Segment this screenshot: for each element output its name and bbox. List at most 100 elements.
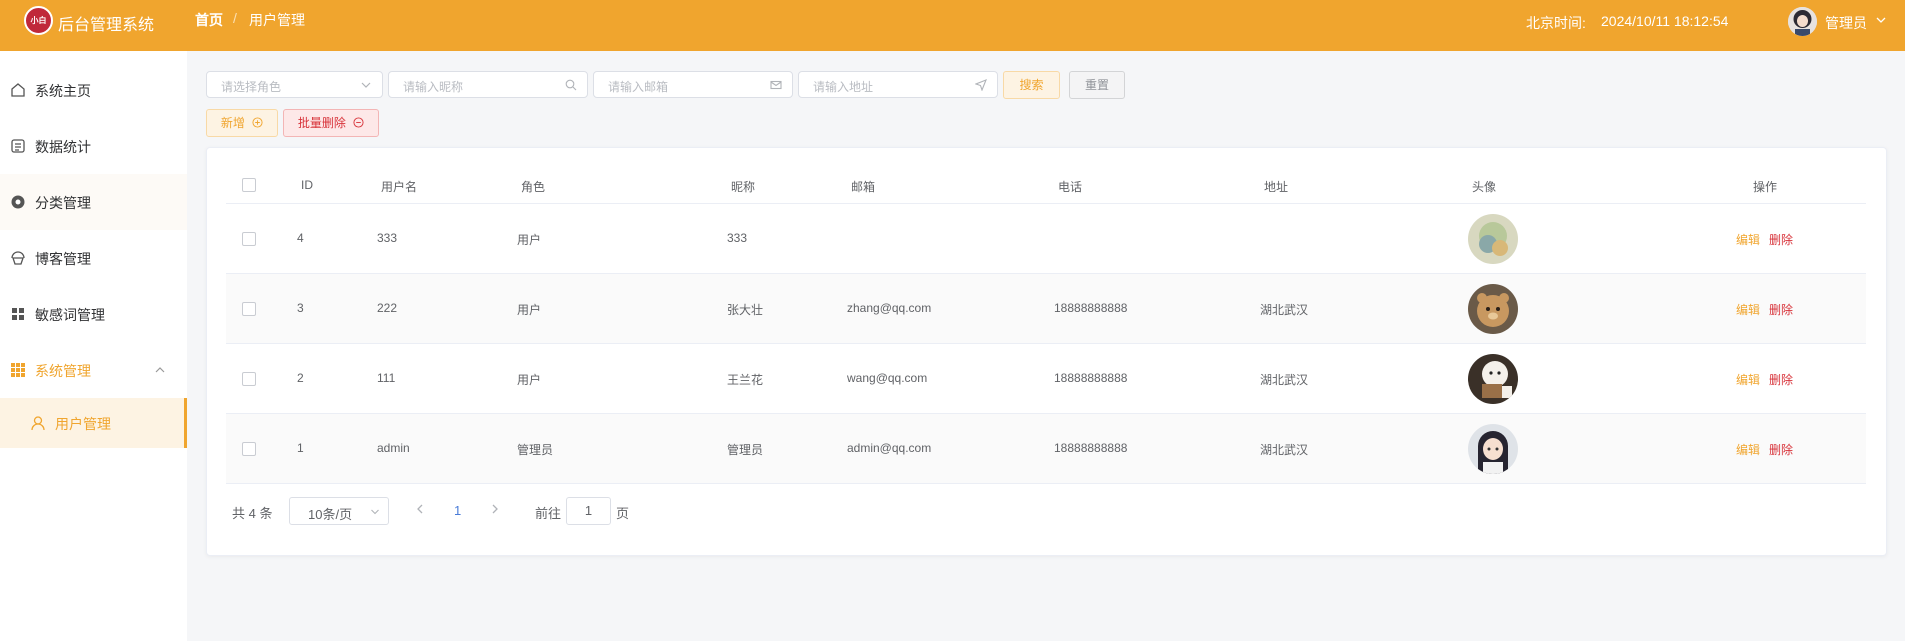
page-number-current[interactable]: 1	[454, 503, 461, 518]
user-avatar-image	[1468, 424, 1518, 474]
chevron-down-icon[interactable]	[1875, 14, 1887, 26]
row-checkbox[interactable]	[242, 372, 256, 386]
delete-link[interactable]: 删除	[1769, 371, 1793, 388]
select-all-checkbox[interactable]	[242, 178, 256, 192]
chart-icon	[11, 139, 25, 153]
breadcrumb-separator: /	[233, 10, 237, 26]
cell-nickname: 管理员	[727, 443, 764, 457]
column-header-email: 邮箱	[851, 180, 876, 194]
edit-link[interactable]: 编辑	[1736, 301, 1760, 318]
blog-icon	[11, 251, 25, 265]
sidebar-item-category[interactable]: 分类管理	[0, 174, 187, 230]
cell-username: 111	[377, 371, 396, 385]
user-avatar[interactable]	[1788, 7, 1817, 36]
column-header-role: 角色	[521, 180, 546, 194]
cell-email: wang@qq.com	[847, 371, 928, 385]
cell-phone: 18888888888	[1054, 301, 1128, 315]
column-header-phone: 电话	[1058, 180, 1083, 194]
cell-id: 2	[297, 371, 304, 385]
pagination-total: 共 4 条	[232, 506, 273, 521]
batch-delete-button[interactable]: 批量删除	[283, 109, 379, 137]
cell-address: 湖北武汉	[1260, 373, 1309, 387]
cell-nickname: 333	[727, 231, 748, 245]
chevron-left-icon[interactable]	[415, 503, 425, 515]
row-checkbox[interactable]	[242, 442, 256, 456]
apps-icon	[11, 363, 25, 377]
table-row: 1 admin 管理员 管理员 admin@qq.com 18888888888…	[226, 414, 1866, 484]
plus-circle-icon	[252, 117, 263, 128]
mail-icon	[770, 80, 782, 90]
sidebar-item-blog[interactable]: 博客管理	[0, 230, 187, 286]
edit-link[interactable]: 编辑	[1736, 441, 1760, 458]
sidebar-item-system[interactable]: 系统管理	[0, 342, 187, 398]
row-checkbox[interactable]	[242, 232, 256, 246]
sidebar-item-home[interactable]: 系统主页	[0, 62, 187, 118]
row-checkbox[interactable]	[242, 302, 256, 316]
sidebar-item-stats[interactable]: 数据统计	[0, 118, 187, 174]
batch-delete-button-label: 批量删除	[297, 116, 346, 130]
breadcrumb-current: 用户管理	[249, 12, 305, 28]
email-input-placeholder: 请输入邮箱	[608, 80, 669, 94]
role-select[interactable]: 请选择角色	[206, 71, 383, 98]
cell-nickname: 张大壮	[727, 303, 764, 317]
cell-username: admin	[377, 441, 410, 455]
sidebar-item-label: 数据统计	[35, 139, 91, 155]
user-avatar-image	[1468, 214, 1518, 264]
cell-username: 222	[377, 301, 398, 315]
delete-link[interactable]: 删除	[1769, 301, 1793, 318]
role-select-placeholder: 请选择角色	[221, 80, 282, 94]
table-row: 2 111 用户 王兰花 wang@qq.com 18888888888 湖北武…	[226, 344, 1866, 414]
app-title: 后台管理系统	[58, 17, 155, 34]
cell-address: 湖北武汉	[1260, 443, 1309, 457]
add-button[interactable]: 新增	[206, 109, 278, 137]
delete-link[interactable]: 删除	[1769, 441, 1793, 458]
address-input[interactable]: 请输入地址	[798, 71, 998, 98]
category-icon	[11, 195, 25, 209]
edit-link[interactable]: 编辑	[1736, 371, 1760, 388]
cell-id: 4	[297, 231, 304, 245]
clock-label: 北京时间:	[1526, 15, 1586, 31]
column-header-id: ID	[301, 178, 313, 192]
cell-nickname: 王兰花	[727, 373, 764, 387]
sidebar: 系统主页 数据统计 分类管理 博客管理 敏感词管理 系统管理 用户管理	[0, 51, 187, 641]
cell-email: zhang@qq.com	[847, 301, 932, 315]
sidebar-item-users[interactable]: 用户管理	[0, 398, 187, 448]
cell-role: 用户	[517, 303, 542, 317]
chevron-down-icon	[361, 82, 371, 88]
user-avatar-image	[1468, 284, 1518, 334]
page-size-value: 10条/页	[308, 507, 353, 522]
grid-icon	[12, 308, 24, 320]
cell-id: 1	[297, 441, 304, 455]
goto-page-input[interactable]: 1	[566, 497, 611, 525]
sidebar-item-label: 博客管理	[35, 251, 91, 267]
search-icon	[565, 79, 577, 91]
sidebar-item-label: 分类管理	[35, 195, 91, 211]
sidebar-item-label: 用户管理	[55, 416, 111, 432]
table-row: 3 222 用户 张大壮 zhang@qq.com 18888888888 湖北…	[226, 274, 1866, 344]
column-header-username: 用户名	[381, 180, 418, 194]
email-input[interactable]: 请输入邮箱	[593, 71, 793, 98]
edit-link[interactable]: 编辑	[1736, 231, 1760, 248]
cell-role: 用户	[517, 233, 542, 247]
table-row: 4 333 用户 333 编辑 删除	[226, 204, 1866, 274]
sidebar-item-label: 敏感词管理	[35, 307, 105, 323]
user-name[interactable]: 管理员	[1825, 13, 1867, 33]
home-icon	[11, 83, 25, 97]
reset-button[interactable]: 重置	[1069, 71, 1125, 99]
goto-unit: 页	[616, 506, 630, 521]
add-button-label: 新增	[220, 116, 245, 130]
nickname-input[interactable]: 请输入昵称	[388, 71, 588, 98]
column-header-nickname: 昵称	[731, 180, 756, 194]
search-button[interactable]: 搜索	[1003, 71, 1060, 99]
location-arrow-icon	[975, 79, 987, 91]
page-size-select[interactable]: 10条/页	[289, 497, 389, 525]
chevron-right-icon[interactable]	[490, 503, 500, 515]
breadcrumb-home[interactable]: 首页	[195, 10, 223, 30]
sidebar-item-sensitive-words[interactable]: 敏感词管理	[0, 286, 187, 342]
cell-username: 333	[377, 231, 398, 245]
delete-link[interactable]: 删除	[1769, 231, 1793, 248]
user-avatar-image	[1468, 354, 1518, 404]
chevron-up-icon	[155, 367, 165, 373]
nickname-input-placeholder: 请输入昵称	[403, 80, 464, 94]
top-header: 小白 后台管理系统 首页 / 用户管理 北京时间: 2024/10/11 18:…	[0, 0, 1905, 51]
